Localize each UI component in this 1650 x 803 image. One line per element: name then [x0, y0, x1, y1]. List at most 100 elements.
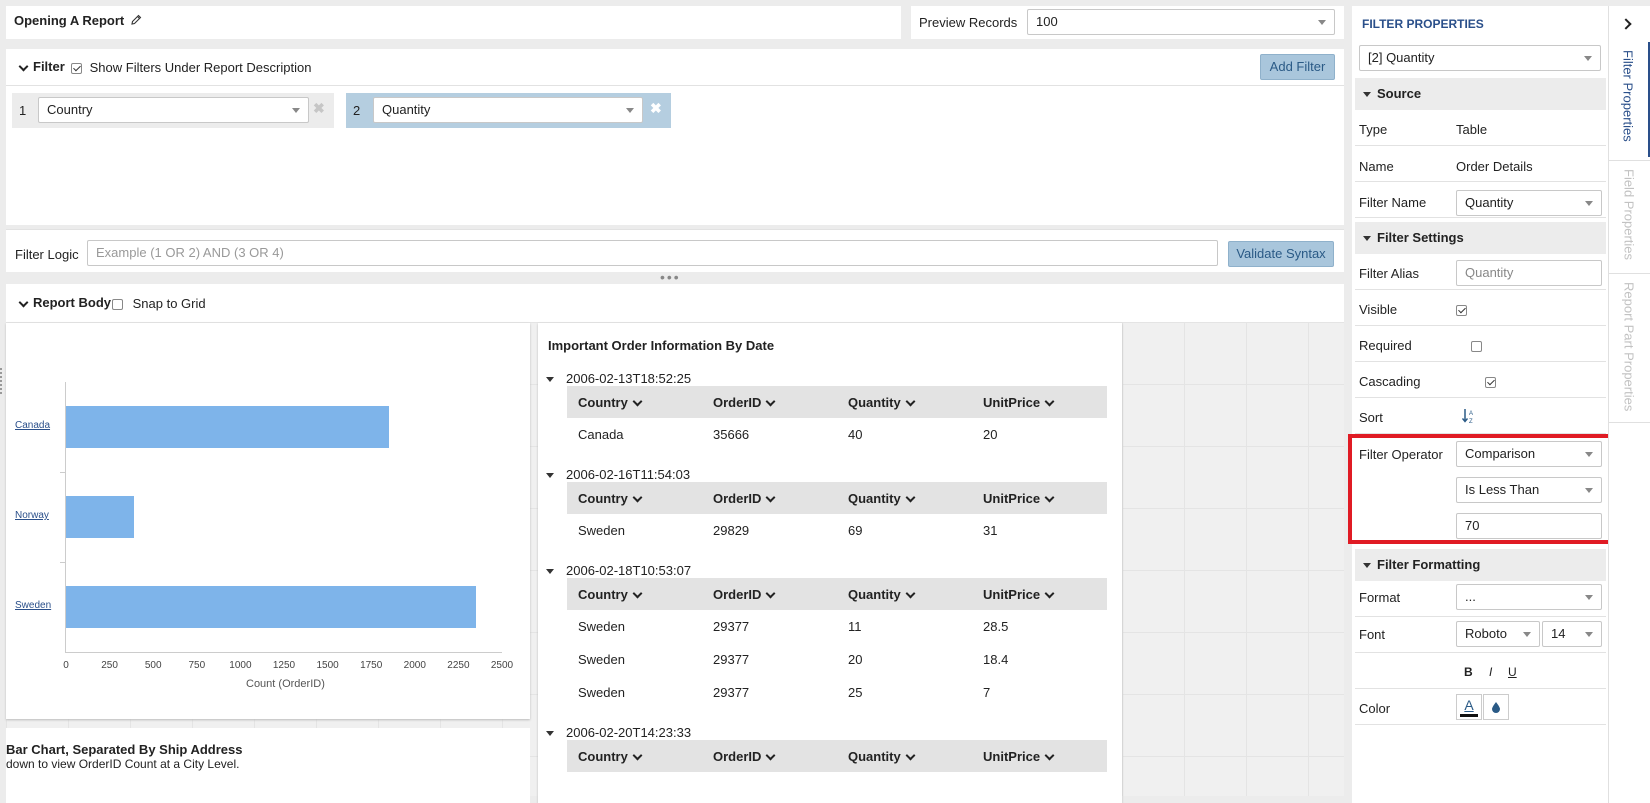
- column-header[interactable]: OrderID: [713, 587, 780, 602]
- required-label: Required: [1359, 338, 1412, 353]
- column-header-label: Quantity: [848, 395, 901, 410]
- report-body-toggle[interactable]: Report Body: [18, 295, 111, 310]
- font-color-button[interactable]: A: [1456, 694, 1482, 720]
- filter-item-1[interactable]: 1 Country ✖: [12, 93, 334, 128]
- tab-field-properties[interactable]: Field Properties: [1608, 160, 1650, 270]
- fill-color-button[interactable]: [1483, 694, 1509, 720]
- show-filters-checkbox[interactable]: [71, 63, 82, 75]
- required-checkbox[interactable]: [1470, 341, 1482, 353]
- filter-field-value: Quantity: [382, 102, 431, 117]
- column-header[interactable]: UnitPrice: [983, 395, 1059, 410]
- filter-name-select[interactable]: Quantity: [1456, 190, 1602, 216]
- chevron-down-icon: [18, 297, 29, 308]
- chart-category-label[interactable]: Sweden: [15, 600, 51, 611]
- add-filter-button[interactable]: Add Filter: [1260, 54, 1335, 80]
- validate-syntax-button[interactable]: Validate Syntax: [1228, 241, 1334, 267]
- chart-side-handle[interactable]: [0, 368, 3, 394]
- style-row: [1355, 653, 1606, 689]
- column-header-label: Country: [578, 395, 628, 410]
- group-header[interactable]: 2006-02-13T18:52:25: [546, 371, 691, 386]
- highlight-box: [1348, 434, 1634, 544]
- report-title[interactable]: Opening A Report: [14, 13, 142, 28]
- column-header-label: UnitPrice: [983, 587, 1041, 602]
- column-header[interactable]: Country: [578, 491, 647, 506]
- source-section-header[interactable]: Source: [1355, 78, 1606, 110]
- tab-report-part-properties[interactable]: Report Part Properties: [1608, 273, 1650, 423]
- chart-x-tick-label: 2250: [447, 660, 470, 671]
- bold-button[interactable]: B: [1464, 665, 1473, 679]
- filter-item-2[interactable]: 2 Quantity ✖: [346, 93, 671, 128]
- column-header[interactable]: Country: [578, 749, 647, 764]
- chevron-down-icon: [765, 396, 776, 407]
- chevron-down-icon: [765, 750, 776, 761]
- snap-to-grid-checkbox[interactable]: [112, 299, 123, 311]
- column-header[interactable]: Country: [578, 395, 647, 410]
- type-value: Table: [1456, 122, 1488, 137]
- chevron-down-icon: [905, 588, 916, 599]
- chart-bar[interactable]: [66, 586, 476, 628]
- column-header-label: UnitPrice: [983, 749, 1041, 764]
- italic-button[interactable]: I: [1489, 665, 1492, 679]
- format-select[interactable]: ...: [1456, 584, 1602, 610]
- table-cell: 18.4: [983, 652, 1009, 667]
- table-cell: 11: [848, 619, 862, 634]
- filter-formatting-section-header[interactable]: Filter Formatting: [1355, 549, 1606, 581]
- filter-field-select[interactable]: Country: [38, 97, 309, 123]
- group-header[interactable]: 2006-02-18T10:53:07: [546, 563, 691, 578]
- chart-category-label[interactable]: Norway: [15, 510, 49, 521]
- table-cell: Sweden: [578, 685, 625, 700]
- chart-bar[interactable]: [66, 496, 135, 538]
- collapse-panel-button[interactable]: [1608, 6, 1650, 42]
- column-header[interactable]: OrderID: [713, 491, 780, 506]
- group-header[interactable]: 2006-02-20T14:23:33: [546, 725, 691, 740]
- group-date: 2006-02-16T11:54:03: [566, 467, 691, 482]
- column-header-label: Quantity: [848, 749, 901, 764]
- chart-category-label[interactable]: Canada: [15, 420, 50, 431]
- column-header[interactable]: Quantity: [848, 491, 920, 506]
- filter-toggle[interactable]: Filter: [18, 59, 65, 74]
- filter-logic-input[interactable]: Example (1 OR 2) AND (3 OR 4): [87, 240, 1218, 266]
- column-header[interactable]: OrderID: [713, 395, 780, 410]
- chevron-down-icon: [632, 588, 643, 599]
- preview-records-select[interactable]: 100: [1027, 9, 1335, 35]
- column-header-label: OrderID: [713, 749, 762, 764]
- column-header[interactable]: Country: [578, 587, 647, 602]
- column-header[interactable]: UnitPrice: [983, 491, 1059, 506]
- column-header-label: UnitPrice: [983, 395, 1041, 410]
- table-header: Country OrderID Quantity UnitPrice: [567, 578, 1107, 610]
- visible-checkbox[interactable]: [1456, 305, 1467, 317]
- column-header[interactable]: Quantity: [848, 587, 920, 602]
- group-date: 2006-02-20T14:23:33: [566, 725, 692, 740]
- font-size-select[interactable]: 14: [1542, 621, 1602, 647]
- svg-text:A: A: [1469, 411, 1473, 417]
- filter-field-value: Country: [47, 102, 93, 117]
- column-header[interactable]: Quantity: [848, 395, 920, 410]
- filter-field-select[interactable]: Quantity: [373, 97, 643, 123]
- filter-alias-input[interactable]: Quantity: [1456, 260, 1602, 286]
- column-header[interactable]: UnitPrice: [983, 749, 1059, 764]
- remove-filter-icon[interactable]: ✖: [313, 100, 325, 117]
- font-family-select[interactable]: Roboto: [1456, 621, 1540, 647]
- chart-bar[interactable]: [66, 406, 389, 448]
- table-cell: 29377: [713, 619, 750, 634]
- filter-selector[interactable]: [2] Quantity: [1359, 45, 1601, 71]
- column-header-label: Quantity: [848, 491, 901, 506]
- caption-text: down to view OrderID Count at a City Lev…: [6, 757, 240, 771]
- column-header[interactable]: UnitPrice: [983, 587, 1059, 602]
- table-cell: 25: [848, 685, 863, 700]
- show-filters-option[interactable]: Show Filters Under Report Description: [71, 60, 311, 75]
- column-header[interactable]: Quantity: [848, 749, 920, 764]
- underline-button[interactable]: U: [1508, 665, 1517, 679]
- snap-to-grid-option[interactable]: Snap to Grid: [112, 296, 206, 311]
- column-header[interactable]: OrderID: [713, 749, 780, 764]
- group-header[interactable]: 2006-02-16T11:54:03: [546, 467, 690, 482]
- sort-ascending-icon[interactable]: AZ: [1462, 408, 1476, 424]
- filter-settings-section-header[interactable]: Filter Settings: [1355, 222, 1606, 254]
- chart-x-tick-label: 500: [144, 660, 162, 671]
- cascading-checkbox[interactable]: [1485, 377, 1497, 389]
- resize-handle[interactable]: •••: [660, 270, 681, 284]
- remove-filter-icon[interactable]: ✖: [650, 100, 662, 117]
- chevron-down-icon: [1044, 492, 1055, 503]
- tab-filter-properties[interactable]: Filter Properties: [1608, 42, 1650, 157]
- pencil-icon[interactable]: [130, 14, 142, 26]
